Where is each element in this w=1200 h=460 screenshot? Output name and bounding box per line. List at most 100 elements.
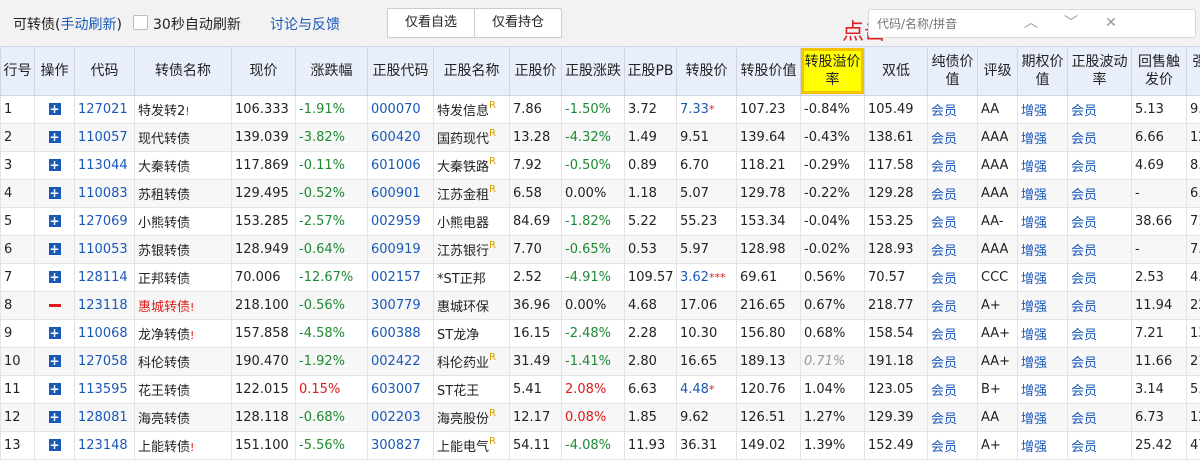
volatility-link[interactable]: 会员 bbox=[1068, 348, 1132, 376]
option-value-link[interactable]: 增强 bbox=[1018, 404, 1068, 432]
stock-code[interactable]: 600919 bbox=[368, 236, 434, 264]
volatility-link[interactable]: 会员 bbox=[1068, 152, 1132, 180]
bond-name[interactable]: 大秦转债 bbox=[138, 160, 190, 175]
stock-code[interactable]: 300779 bbox=[368, 292, 434, 320]
bond-name[interactable]: 现代转债 bbox=[138, 132, 190, 147]
add-watch-icon[interactable]: + bbox=[49, 159, 61, 171]
bond-value-link[interactable]: 会员 bbox=[928, 404, 978, 432]
holdings-only-button[interactable]: 仅看持仓 bbox=[474, 8, 562, 38]
column-header-stock-volatility[interactable]: 正股波动率 bbox=[1068, 47, 1132, 96]
bond-name-cell[interactable]: 花王转债 bbox=[135, 376, 232, 404]
table-row[interactable]: 2+110057现代转债139.039-3.82%600420国药现代R13.2… bbox=[1, 124, 1200, 152]
bond-name-cell[interactable]: 上能转债! bbox=[135, 432, 232, 460]
bond-name[interactable]: 海亮转债 bbox=[138, 412, 190, 427]
column-header-code[interactable]: 代码 bbox=[75, 47, 135, 96]
bond-value-link[interactable]: 会员 bbox=[928, 348, 978, 376]
volatility-link[interactable]: 会员 bbox=[1068, 180, 1132, 208]
bond-value-link[interactable]: 会员 bbox=[928, 432, 978, 460]
add-watch-icon[interactable]: + bbox=[49, 383, 61, 395]
stock-code[interactable]: 600901 bbox=[368, 180, 434, 208]
option-value-link[interactable]: 增强 bbox=[1018, 348, 1068, 376]
volatility-link[interactable]: 会员 bbox=[1068, 292, 1132, 320]
bond-value-link[interactable]: 会员 bbox=[928, 180, 978, 208]
bond-value-link[interactable]: 会员 bbox=[928, 236, 978, 264]
column-header-double-low[interactable]: 双低 bbox=[865, 47, 928, 96]
column-header-rating[interactable]: 评级 bbox=[978, 47, 1018, 96]
volatility-link[interactable]: 会员 bbox=[1068, 264, 1132, 292]
add-watch-icon[interactable]: + bbox=[49, 439, 61, 451]
remove-watch-icon[interactable] bbox=[49, 304, 61, 307]
option-value-link[interactable]: 增强 bbox=[1018, 152, 1068, 180]
table-row[interactable]: 6+110053苏银转债128.949-0.64%600919江苏银行R7.70… bbox=[1, 236, 1200, 264]
column-header-bond-value[interactable]: 纯债价值 bbox=[928, 47, 978, 96]
add-watch-icon[interactable]: + bbox=[49, 355, 61, 367]
table-row[interactable]: 3+113044大秦转债117.869-0.11%601006大秦铁路R7.92… bbox=[1, 152, 1200, 180]
table-row[interactable]: 8123118惠城转债!218.100-0.56%300779惠城环保36.96… bbox=[1, 292, 1200, 320]
conversion-price[interactable]: 4.48 bbox=[680, 382, 709, 397]
column-header-put-trigger[interactable]: 回售触发价 bbox=[1132, 47, 1187, 96]
volatility-link[interactable]: 会员 bbox=[1068, 376, 1132, 404]
stock-code[interactable]: 300827 bbox=[368, 432, 434, 460]
volatility-link[interactable]: 会员 bbox=[1068, 124, 1132, 152]
bond-name[interactable]: 龙净转债 bbox=[138, 328, 190, 343]
option-value-link[interactable]: 增强 bbox=[1018, 208, 1068, 236]
option-value-link[interactable]: 增强 bbox=[1018, 292, 1068, 320]
bond-code[interactable]: 123148 bbox=[75, 432, 135, 460]
option-value-link[interactable]: 增强 bbox=[1018, 124, 1068, 152]
table-row[interactable]: 7+128114正邦转债70.006-12.67%002157*ST正邦2.52… bbox=[1, 264, 1200, 292]
stock-code[interactable]: 002203 bbox=[368, 404, 434, 432]
volatility-link[interactable]: 会员 bbox=[1068, 208, 1132, 236]
volatility-link[interactable]: 会员 bbox=[1068, 320, 1132, 348]
column-header-conversion-premium[interactable]: 转股溢价率 bbox=[801, 47, 865, 96]
volatility-link[interactable]: 会员 bbox=[1068, 96, 1132, 124]
stock-code[interactable]: 600388 bbox=[368, 320, 434, 348]
option-value-link[interactable]: 增强 bbox=[1018, 320, 1068, 348]
bond-name-cell[interactable]: 苏租转债 bbox=[135, 180, 232, 208]
table-row[interactable]: 1+127021特发转2!106.333-1.91%000070特发信息R7.8… bbox=[1, 96, 1200, 124]
column-header-stock-price[interactable]: 正股价 bbox=[510, 47, 562, 96]
add-watch-icon[interactable]: + bbox=[49, 187, 61, 199]
column-header-bond-name[interactable]: 转债名称 bbox=[135, 47, 232, 96]
discuss-feedback-link[interactable]: 讨论与反馈 bbox=[270, 14, 340, 34]
bond-name[interactable]: 特发转2 bbox=[138, 104, 185, 119]
option-value-link[interactable]: 增强 bbox=[1018, 180, 1068, 208]
volatility-link[interactable]: 会员 bbox=[1068, 236, 1132, 264]
bond-value-link[interactable]: 会员 bbox=[928, 320, 978, 348]
column-header-stock-change[interactable]: 正股涨跌 bbox=[562, 47, 625, 96]
stock-code[interactable]: 601006 bbox=[368, 152, 434, 180]
bond-code[interactable]: 113044 bbox=[75, 152, 135, 180]
add-watch-icon[interactable]: + bbox=[49, 215, 61, 227]
bond-code[interactable]: 110053 bbox=[75, 236, 135, 264]
bond-code[interactable]: 128114 bbox=[75, 264, 135, 292]
bond-value-link[interactable]: 会员 bbox=[928, 376, 978, 404]
table-row[interactable]: 10+127058科伦转债190.470-1.92%002422科伦药业R31.… bbox=[1, 348, 1200, 376]
stock-code[interactable]: 002157 bbox=[368, 264, 434, 292]
column-header-call-trigger[interactable]: 强赎触发价 bbox=[1187, 47, 1200, 96]
add-watch-icon[interactable]: + bbox=[49, 103, 61, 115]
add-watch-icon[interactable]: + bbox=[49, 243, 61, 255]
column-header-stock-pb[interactable]: 正股PB bbox=[625, 47, 677, 96]
volatility-link[interactable]: 会员 bbox=[1068, 432, 1132, 460]
search-input[interactable] bbox=[875, 14, 989, 34]
chevron-down-icon[interactable]: ﹀ bbox=[1059, 12, 1083, 34]
column-header-stock-code[interactable]: 正股代码 bbox=[368, 47, 434, 96]
option-value-link[interactable]: 增强 bbox=[1018, 264, 1068, 292]
option-value-link[interactable]: 增强 bbox=[1018, 96, 1068, 124]
option-value-link[interactable]: 增强 bbox=[1018, 236, 1068, 264]
bond-name[interactable]: 科伦转债 bbox=[138, 356, 190, 371]
bond-name-cell[interactable]: 现代转债 bbox=[135, 124, 232, 152]
watchlist-only-button[interactable]: 仅看自选 bbox=[387, 8, 475, 38]
bond-name[interactable]: 小熊转债 bbox=[138, 216, 190, 231]
add-watch-icon[interactable]: + bbox=[49, 411, 61, 423]
conversion-price[interactable]: 7.33 bbox=[680, 102, 709, 117]
stock-code[interactable]: 002959 bbox=[368, 208, 434, 236]
manual-refresh-link[interactable]: 手动刷新 bbox=[60, 17, 116, 33]
table-row[interactable]: 4+110083苏租转债129.495-0.52%600901江苏金租R6.58… bbox=[1, 180, 1200, 208]
bond-name[interactable]: 苏银转债 bbox=[138, 244, 190, 259]
stock-code[interactable]: 000070 bbox=[368, 96, 434, 124]
bond-name-cell[interactable]: 科伦转债 bbox=[135, 348, 232, 376]
chevron-up-icon[interactable]: ︿ bbox=[1019, 12, 1043, 34]
bond-name-cell[interactable]: 惠城转债! bbox=[135, 292, 232, 320]
bond-name-cell[interactable]: 正邦转债 bbox=[135, 264, 232, 292]
column-header-action[interactable]: 操作 bbox=[35, 47, 75, 96]
